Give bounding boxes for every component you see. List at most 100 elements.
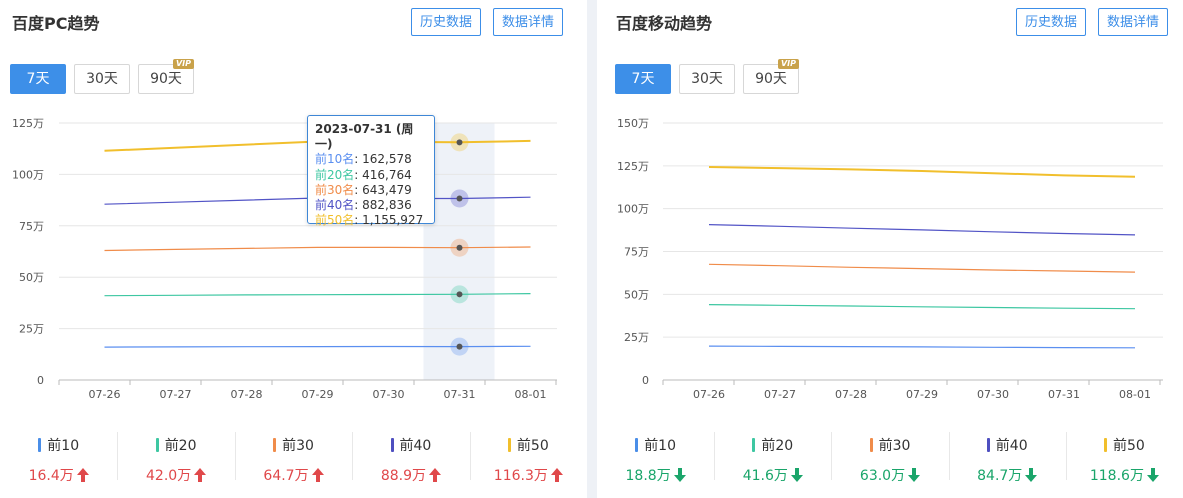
pc-stat-label: 前30 — [273, 435, 314, 455]
pc-y-tick-label: 25万 — [19, 323, 44, 336]
mobile-y-tick-label: 150万 — [617, 117, 649, 130]
pc-stat-value: 88.9万 — [352, 465, 469, 485]
pc-stat-value: 16.4万 — [0, 465, 117, 485]
tooltip-series-value: 882,836 — [362, 198, 412, 213]
mobile-x-tick-label: 07-30 — [977, 388, 1009, 401]
mobile-stat-label-text: 前40 — [995, 438, 1028, 454]
pc-data-point[interactable] — [456, 291, 463, 298]
pc-y-tick-label: 0 — [37, 374, 44, 387]
mobile-detail-button[interactable]: 数据详情 — [1098, 8, 1169, 36]
pc-range-tabs: 7天 30天 90天 VIP — [10, 59, 202, 94]
pc-stat-label: 前50 — [507, 435, 549, 455]
mobile-stat-value-text: 84.7万 — [977, 468, 1023, 484]
pc-x-tick-label: 07-27 — [160, 388, 192, 401]
mobile-y-tick-label: 50万 — [624, 288, 649, 301]
series-color-swatch — [752, 438, 756, 452]
pc-x-tick-label: 07-29 — [302, 388, 334, 401]
pc-tab-90d[interactable]: 90天 VIP — [138, 59, 194, 94]
pc-stat-label: 前10 — [38, 435, 79, 455]
mobile-stat-value: 41.6万 — [714, 465, 831, 485]
mobile-stat-value: 118.6万 — [1066, 465, 1183, 485]
mobile-x-tick-label: 07-26 — [693, 388, 725, 401]
tooltip-series-name: 前10名 — [315, 152, 355, 167]
series-color-swatch — [390, 438, 394, 452]
series-color-swatch — [869, 438, 873, 452]
pc-stat-2: 前20 42.0万 — [117, 428, 234, 484]
mobile-x-tick-label: 07-29 — [906, 388, 938, 401]
mobile-series-line-2[interactable] — [708, 304, 1136, 310]
series-color-swatch — [155, 438, 159, 452]
mobile-stat-value: 63.0万 — [831, 465, 948, 485]
mobile-stat-label: 前30 — [869, 435, 910, 455]
mobile-line-chart[interactable]: 0 25万 50万 75万 100万 125万 150万 07-26 07-27 07-28 07-… — [597, 100, 1183, 410]
pc-data-point[interactable] — [456, 195, 463, 202]
mobile-stat-value: 84.7万 — [949, 465, 1066, 485]
pc-data-point[interactable] — [456, 244, 463, 251]
arrow-up-icon — [429, 468, 441, 482]
mobile-tab-30d[interactable]: 30天 — [679, 64, 735, 94]
arrow-down-icon — [1146, 468, 1159, 482]
tooltip-series-value: 643,479 — [362, 182, 412, 197]
mobile-series-line-1[interactable] — [708, 345, 1136, 349]
mobile-stat-value-text: 118.6万 — [1089, 468, 1144, 484]
arrow-down-icon — [908, 468, 921, 482]
pc-stat-label-text: 前20 — [164, 438, 197, 454]
pc-stat-4: 前40 88.9万 — [352, 428, 469, 484]
mobile-history-button[interactable]: 历史数据 — [1016, 8, 1087, 36]
series-color-swatch — [273, 438, 277, 452]
mobile-series-line-5[interactable] — [708, 166, 1136, 178]
pc-x-tick-label: 08-01 — [515, 388, 547, 401]
pc-detail-button[interactable]: 数据详情 — [493, 8, 564, 36]
pc-history-button[interactable]: 历史数据 — [411, 8, 482, 36]
pc-x-tick-label: 07-26 — [89, 388, 121, 401]
panel-divider — [587, 0, 597, 498]
pc-tab-7d[interactable]: 7天 — [10, 64, 66, 94]
mobile-stat-3: 前30 63.0万 — [831, 428, 948, 484]
pc-stat-label: 前40 — [390, 435, 432, 455]
mobile-tab-90d[interactable]: 90天 VIP — [743, 59, 799, 94]
arrow-down-icon — [790, 468, 803, 482]
series-color-swatch — [507, 438, 511, 452]
pc-panel-title: 百度PC趋势 — [12, 14, 100, 33]
tooltip-series-name: 前40名 — [315, 198, 355, 213]
mobile-stat-value-text: 18.8万 — [625, 468, 671, 484]
series-color-swatch — [1104, 438, 1107, 452]
mobile-series-line-3[interactable] — [708, 263, 1136, 273]
mobile-stat-5: 前50 118.6万 — [1065, 428, 1183, 485]
pc-x-tick-label: 07-31 — [444, 388, 476, 401]
tooltip-series-name: 前30名 — [315, 182, 355, 197]
mobile-stat-label: 前50 — [1104, 435, 1145, 455]
mobile-series-line-4[interactable] — [708, 224, 1136, 236]
mobile-stat-4: 前40 84.7万 — [948, 428, 1066, 485]
pc-data-point[interactable] — [456, 139, 463, 146]
pc-stat-value-text: 88.9万 — [380, 468, 426, 484]
pc-tab-30d[interactable]: 30天 — [74, 64, 130, 94]
mobile-x-tick-label: 08-01 — [1119, 388, 1151, 401]
pc-line-chart[interactable]: 0 25万 50万 75万 100万 125万 07-26 07-27 07-28 07-29 07… — [0, 100, 587, 410]
mobile-x-tick-label: 07-28 — [835, 388, 867, 401]
tooltip-series-name: 前20名 — [315, 167, 355, 182]
mobile-x-tick-label: 07-31 — [1048, 388, 1080, 401]
pc-stat-label-text: 前30 — [282, 438, 314, 454]
pc-stat-label-text: 前40 — [399, 438, 432, 454]
pc-stat-5: 前50 116.3万 — [469, 428, 587, 484]
mobile-stat-value-text: 41.6万 — [742, 468, 788, 484]
pc-vip-badge: VIP — [172, 59, 194, 69]
arrow-up-icon — [550, 468, 563, 482]
pc-x-tick-label: 07-28 — [231, 388, 263, 401]
tooltip-series-name: 前50名 — [315, 213, 355, 228]
pc-data-point[interactable] — [456, 343, 463, 350]
mobile-y-tick-label: 0 — [642, 374, 649, 387]
pc-trend-panel: 百度PC趋势 历史数据 数据详情 7天 30天 90天 VIP 0 25万 50万 75… — [0, 0, 587, 498]
pc-tab-90d-label: 90天 — [150, 71, 182, 87]
mobile-summary-stats: 前10 18.8万 前20 41.6万 前30 63.0万 前40 84.7万 前50 118.6… — [597, 428, 1183, 484]
pc-stat-1: 前10 16.4万 — [0, 428, 117, 484]
mobile-y-tick-label: 25万 — [624, 331, 649, 344]
mobile-vip-badge: VIP — [777, 59, 799, 69]
arrow-down-icon — [673, 468, 686, 482]
mobile-stat-value-text: 63.0万 — [859, 468, 906, 484]
mobile-tab-90d-label: 90天 — [755, 71, 787, 87]
mobile-stat-2: 前20 41.6万 — [714, 428, 831, 484]
mobile-tab-7d[interactable]: 7天 — [615, 64, 671, 94]
mobile-panel-title: 百度移动趋势 — [616, 14, 713, 33]
